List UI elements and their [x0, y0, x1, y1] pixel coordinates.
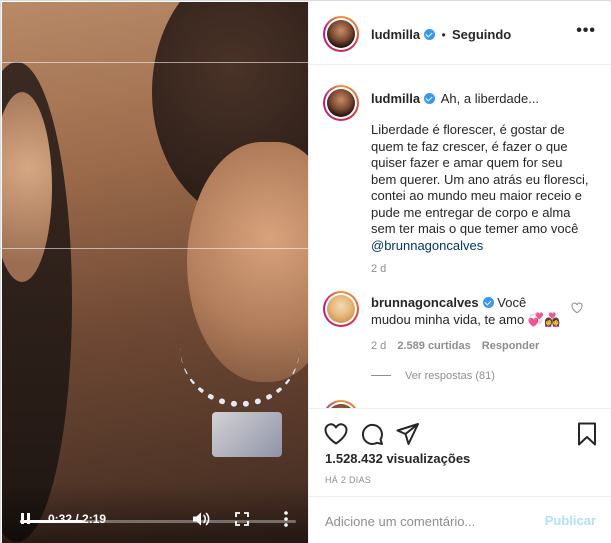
add-comment-section: Publicar — [309, 496, 611, 543]
reply-button[interactable]: Responder — [482, 340, 539, 352]
posted-time[interactable]: HÁ 2 DIAS — [325, 475, 371, 485]
share-icon[interactable] — [395, 421, 421, 447]
verified-badge-icon — [424, 29, 436, 40]
video-progress-bar[interactable] — [20, 520, 296, 523]
comment-meta: 2 d 2.589 curtidas Responder — [371, 340, 539, 352]
more-options-icon[interactable]: ••• — [576, 23, 596, 39]
avatar[interactable] — [323, 85, 359, 121]
save-bookmark-icon[interactable] — [574, 421, 600, 447]
comment-username[interactable]: brunnagoncalves — [371, 295, 479, 310]
username-link[interactable]: ludmilla — [371, 27, 420, 42]
video-frame-necklace — [180, 347, 300, 407]
video-controls: 0:32 / 2:19 — [2, 483, 308, 543]
video-glitch-line — [2, 248, 308, 249]
comment-icon[interactable] — [359, 421, 385, 447]
post-header: ludmilla • Seguindo ••• — [309, 2, 611, 65]
caption-title: Ah, a liberdade... — [440, 91, 540, 106]
video-player[interactable]: 0:32 / 2:19 — [2, 2, 308, 543]
duration: 2:19 — [82, 512, 107, 526]
caption-age[interactable]: 2 d — [371, 263, 386, 275]
time-separator: / — [72, 512, 83, 526]
instagram-post-modal: 0:32 / 2:19 ludmilla • Seguindo ••• ludm… — [0, 0, 611, 543]
comment-text: brunnagoncalves Você mudou minha vida, t… — [371, 295, 567, 328]
mention-link[interactable]: @brunnagoncalves — [371, 238, 483, 253]
volume-icon[interactable] — [192, 511, 210, 527]
avatar[interactable] — [323, 400, 359, 408]
header-separator: • — [441, 28, 446, 42]
current-time: 0:32 — [48, 512, 73, 526]
like-comment-heart-icon[interactable] — [571, 302, 583, 314]
post-side-panel: ludmilla • Seguindo ••• ludmilla Ah, a l… — [308, 2, 611, 543]
caption-username[interactable]: ludmilla — [371, 91, 420, 106]
comments-list[interactable]: ludmilla Ah, a liberdade... Liberdade é … — [309, 66, 611, 408]
avatar[interactable] — [323, 16, 359, 52]
post-actions: 1.528.432 visualizações HÁ 2 DIAS — [309, 408, 611, 496]
like-heart-icon[interactable] — [323, 421, 349, 447]
following-button[interactable]: Seguindo — [452, 27, 511, 42]
fullscreen-icon[interactable] — [235, 512, 249, 526]
comment-age[interactable]: 2 d — [371, 340, 386, 352]
caption-body: Liberdade é florescer, é gostar de quem … — [371, 122, 589, 236]
view-replies-button[interactable]: Ver respostas (81) — [371, 370, 495, 382]
caption-header: ludmilla Ah, a liberdade... — [371, 91, 539, 106]
comment-input[interactable] — [325, 511, 525, 531]
more-options-icon[interactable] — [283, 510, 289, 528]
video-time: 0:32 / 2:19 — [48, 512, 106, 526]
video-frame-pendant — [212, 412, 282, 457]
post-header-info: ludmilla • Seguindo — [371, 27, 511, 42]
divider — [371, 375, 391, 376]
pause-icon[interactable] — [20, 513, 32, 525]
verified-badge-icon — [482, 297, 494, 308]
view-count[interactable]: 1.528.432 visualizações — [325, 451, 470, 466]
view-replies-label[interactable]: Ver respostas (81) — [405, 370, 495, 382]
verified-badge-icon — [424, 93, 436, 104]
publish-button[interactable]: Publicar — [545, 513, 596, 528]
video-glitch-line — [2, 62, 308, 63]
comment-emoji: 💞👩‍❤️‍👩 — [527, 311, 561, 327]
caption-text: Liberdade é florescer, é gostar de quem … — [371, 122, 591, 254]
video-progress-fill — [20, 520, 84, 523]
avatar[interactable] — [323, 291, 359, 327]
comment-likes[interactable]: 2.589 curtidas — [397, 340, 470, 352]
